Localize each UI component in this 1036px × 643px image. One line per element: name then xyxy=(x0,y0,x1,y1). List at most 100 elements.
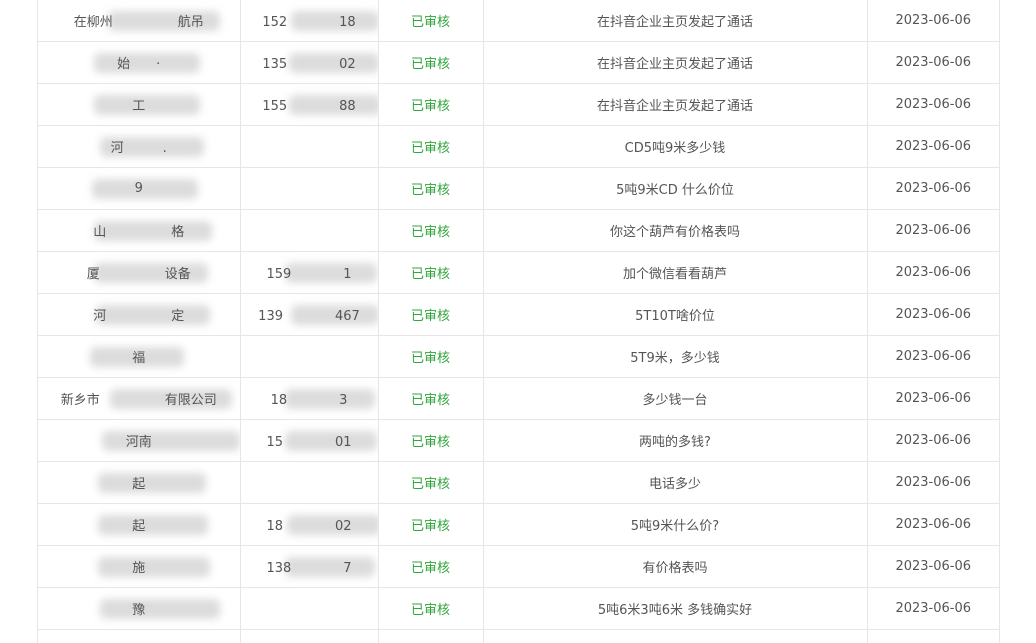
customer-name-cell: 新乡市 有限公司 xyxy=(38,377,241,420)
message-text: CD5吨9米多少钱 xyxy=(624,141,726,156)
status-cell: 已审核 xyxy=(378,293,484,336)
phone-cell: 138 7 xyxy=(240,545,379,588)
status-cell: 已审核 xyxy=(378,0,484,42)
status-cell: 已审核 xyxy=(378,41,484,84)
leads-table-container: 在柳州 航吊 152 18 已审核 在抖音企业主页发起了通话 2023-06-0… xyxy=(37,0,1000,643)
date-cell: 2023-06-06 xyxy=(867,0,999,42)
date-cell: 2023-06-06 xyxy=(867,83,999,126)
table-row[interactable]: 9 已审核 5吨9米CD 什么价位 2023-06-06 xyxy=(38,167,999,210)
table-row[interactable]: 福 已审核 5T9米，多少钱 2023-06-06 xyxy=(38,335,999,378)
date-cell xyxy=(867,629,999,643)
customer-name-cell: 起 xyxy=(38,461,241,504)
status-badge: 已审核 xyxy=(410,141,450,156)
redaction-blur xyxy=(92,178,198,199)
message-cell: 多少钱一台 xyxy=(483,377,868,420)
phone-number: 152 18 xyxy=(262,15,356,30)
date-cell: 2023-06-06 xyxy=(867,125,999,168)
message-cell: 两吨的多钱? xyxy=(483,419,868,462)
table-row[interactable]: 山 格 已审核 你这个葫芦有价格表吗 2023-06-06 xyxy=(38,209,999,252)
message-cell: 5T9米，多少钱 xyxy=(483,335,868,378)
phone-cell xyxy=(240,125,379,168)
table-row[interactable]: 河南 15 01 已审核 两吨的多钱? 2023-06-06 xyxy=(38,419,999,462)
status-badge: 已审核 xyxy=(410,393,450,408)
date-text: 2023-06-06 xyxy=(895,391,972,406)
customer-name-cell: 山 格 xyxy=(38,209,241,252)
date-cell: 2023-06-06 xyxy=(867,503,999,546)
phone-cell: 159 1 xyxy=(240,251,379,294)
phone-number: 138 7 xyxy=(266,561,352,576)
customer-name-cell: 福 xyxy=(38,335,241,378)
customer-name: 在柳州 航吊 xyxy=(73,15,204,30)
status-badge: 已审核 xyxy=(410,309,450,324)
date-text: 2023-06-06 xyxy=(895,181,972,196)
customer-name: 施 xyxy=(132,561,185,576)
phone-number: 159 1 xyxy=(266,267,352,282)
table-row[interactable]: 起 18 02 已审核 5吨9米什么价? 2023-06-06 xyxy=(38,503,999,546)
status-badge: 已审核 xyxy=(410,561,450,576)
table-row[interactable]: 豫 已审核 5吨6米3吨6米 多钱确实好 2023-06-06 xyxy=(38,587,999,630)
message-text: 你这个葫芦有价格表吗 xyxy=(609,225,740,240)
phone-cell xyxy=(240,209,379,252)
message-text: 加个微信看看葫芦 xyxy=(622,267,727,282)
message-cell: 在抖音企业主页发起了通话 xyxy=(483,0,868,42)
message-cell: 加个微信看看葫芦 xyxy=(483,251,868,294)
phone-cell: 152 18 xyxy=(240,0,379,42)
date-text: 2023-06-06 xyxy=(895,601,972,616)
date-cell: 2023-06-06 xyxy=(867,41,999,84)
status-cell: 已审核 xyxy=(378,83,484,126)
message-text: 5吨6米3吨6米 多钱确实好 xyxy=(597,603,753,618)
date-text: 2023-06-06 xyxy=(895,433,972,448)
date-text: 2023-06-06 xyxy=(895,559,972,574)
phone-number: 139 467 xyxy=(258,309,360,324)
table-row[interactable]: 厦 设备 159 1 已审核 加个微信看看葫芦 2023-06-06 xyxy=(38,251,999,294)
customer-name-cell: 豫 xyxy=(38,587,241,630)
table-row[interactable]: 始 · 135 02 已审核 在抖音企业主页发起了通话 2023-06-06 xyxy=(38,41,999,84)
table-body: 在柳州 航吊 152 18 已审核 在抖音企业主页发起了通话 2023-06-0… xyxy=(38,0,999,643)
date-text: 2023-06-06 xyxy=(895,55,972,70)
customer-name: 福 xyxy=(132,351,146,366)
status-cell: 已审核 xyxy=(378,377,484,420)
customer-name: 工 xyxy=(132,99,146,114)
message-cell: 5吨6米3吨6米 多钱确实好 xyxy=(483,587,868,630)
status-badge: 已审核 xyxy=(410,435,450,450)
status-badge: 已审核 xyxy=(410,351,450,366)
status-badge: 已审核 xyxy=(410,99,450,114)
phone-cell xyxy=(240,335,379,378)
date-cell: 2023-06-06 xyxy=(867,545,999,588)
table-row[interactable]: 河 . 已审核 CD5吨9米多少钱 2023-06-06 xyxy=(38,125,999,168)
status-badge: 已审核 xyxy=(410,477,450,492)
message-cell: 电话多少 xyxy=(483,461,868,504)
status-cell: 已审核 xyxy=(378,335,484,378)
status-badge: 已审核 xyxy=(410,603,450,618)
table-row[interactable]: 在柳州 航吊 152 18 已审核 在抖音企业主页发起了通话 2023-06-0… xyxy=(38,0,999,42)
message-text: 在抖音企业主页发起了通话 xyxy=(596,99,753,114)
table-row[interactable]: 新乡市 有限公司 18 3 已审核 多少钱一台 2023-06-06 xyxy=(38,377,999,420)
phone-cell: 139 467 xyxy=(240,293,379,336)
customer-name-cell: 河 定 xyxy=(38,293,241,336)
status-cell: 已审核 xyxy=(378,419,484,462)
phone-cell: 15 01 xyxy=(240,419,379,462)
table-row[interactable]: 河 定 139 467 已审核 5T10T啥价位 2023-06-06 xyxy=(38,293,999,336)
message-cell: 有价格表吗 xyxy=(483,545,868,588)
status-cell xyxy=(378,629,484,643)
status-badge: 已审核 xyxy=(410,15,450,30)
message-cell: 5吨9米什么价? xyxy=(483,503,868,546)
table-row[interactable]: 起 已审核 电话多少 2023-06-06 xyxy=(38,461,999,504)
date-cell: 2023-06-06 xyxy=(867,293,999,336)
date-text: 2023-06-06 xyxy=(895,13,972,28)
customer-name-cell: 起 xyxy=(38,503,241,546)
table-row[interactable] xyxy=(38,629,999,643)
status-cell: 已审核 xyxy=(378,587,484,630)
customer-name: 新乡市 有限公司 xyxy=(60,393,217,408)
table-row[interactable]: 施 138 7 已审核 有价格表吗 2023-06-06 xyxy=(38,545,999,588)
date-text: 2023-06-06 xyxy=(895,475,972,490)
status-cell: 已审核 xyxy=(378,209,484,252)
redaction-blur xyxy=(94,94,200,115)
customer-name: 起 xyxy=(132,519,198,534)
phone-number: 18 3 xyxy=(270,393,348,408)
customer-name: 河 定 xyxy=(93,309,185,324)
message-cell xyxy=(483,629,868,643)
table-row[interactable]: 工 155 88 已审核 在抖音企业主页发起了通话 2023-06-06 xyxy=(38,83,999,126)
message-cell: CD5吨9米多少钱 xyxy=(483,125,868,168)
phone-number: 18 02 xyxy=(266,519,352,534)
